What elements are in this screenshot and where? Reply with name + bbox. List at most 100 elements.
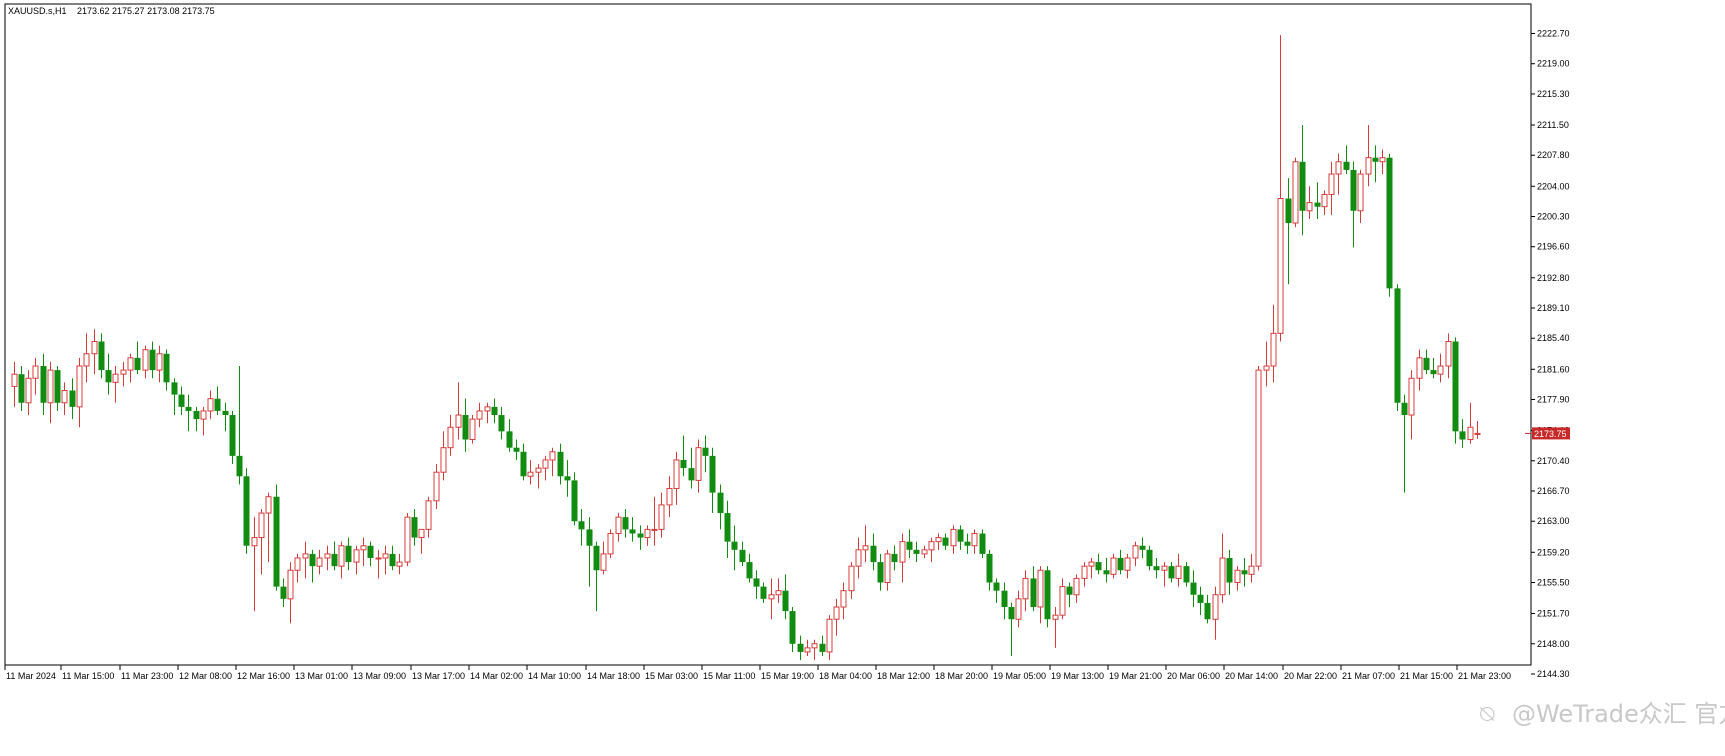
candle-body — [1219, 557, 1226, 596]
candle — [1437, 353, 1444, 383]
candle — [957, 525, 964, 550]
candle — [142, 345, 149, 379]
candle-body — [294, 557, 301, 571]
candle-body — [433, 471, 440, 502]
candle-body — [316, 557, 323, 567]
candle — [1379, 149, 1386, 175]
y-tick-label: 2177.90 — [1537, 395, 1570, 405]
candle — [193, 406, 200, 432]
candle-body — [18, 374, 25, 403]
candle-body — [615, 516, 622, 534]
candle-body — [1153, 566, 1160, 571]
candle — [243, 468, 250, 554]
candle-body — [971, 532, 978, 547]
candle-body — [513, 447, 520, 452]
candle — [273, 484, 280, 591]
candle — [782, 574, 789, 620]
candle-body — [105, 370, 112, 383]
candle — [1335, 153, 1342, 195]
y-tick-label: 2155.50 — [1537, 578, 1570, 588]
candle — [32, 357, 39, 395]
y-tick-label: 2215.30 — [1537, 89, 1570, 99]
candle-body — [921, 549, 928, 555]
candle — [331, 541, 338, 571]
x-tick-label: 19 Mar 13:00 — [1051, 671, 1104, 681]
current-price-label: 2173.75 — [1534, 429, 1567, 439]
candle — [1052, 607, 1059, 648]
candle — [171, 378, 178, 416]
candle — [848, 562, 855, 599]
candle-body — [149, 349, 156, 371]
candle-body — [142, 349, 149, 371]
candle-body — [1248, 565, 1255, 575]
candle-body — [265, 496, 272, 514]
candle-body — [32, 365, 39, 379]
candle — [607, 529, 614, 558]
candle-body — [476, 410, 483, 420]
candle-body — [680, 459, 687, 469]
candle-body — [236, 455, 243, 477]
candle-body — [185, 406, 192, 411]
candle — [1226, 549, 1233, 595]
candle-body — [1037, 569, 1044, 608]
candle-body — [484, 406, 491, 412]
candle-body — [1175, 565, 1182, 579]
candle-body — [564, 476, 571, 481]
candle — [433, 464, 440, 509]
candle — [586, 517, 593, 587]
candle — [535, 464, 542, 489]
candle — [1132, 541, 1139, 567]
candle-body — [622, 517, 629, 530]
candle — [862, 525, 869, 563]
price-chart[interactable]: 2222.70 2219.00 2215.30 2211.50 2207.80 2204.… — [0, 0, 1725, 756]
candle — [688, 447, 695, 489]
candle-body — [127, 357, 134, 371]
candle — [527, 459, 534, 485]
candle — [1153, 557, 1160, 579]
candle — [891, 545, 898, 571]
candle-body — [1452, 341, 1459, 432]
candle — [1059, 578, 1066, 620]
candle-body — [768, 594, 775, 600]
candle — [61, 382, 68, 416]
chart-window[interactable]: 2222.70 2219.00 2215.30 2211.50 2207.80 2204.… — [0, 0, 1725, 756]
candle-body — [607, 532, 614, 555]
time-axis[interactable]: 11 Mar 2024 11 Mar 15:00 11 Mar 23:00 12 Ma… — [4, 665, 1511, 681]
candle-body — [804, 647, 811, 653]
candle-body — [1285, 198, 1292, 224]
candle-body — [1372, 157, 1379, 162]
candle — [578, 508, 585, 546]
candle-body — [695, 447, 702, 481]
candle — [717, 484, 724, 530]
candle — [112, 366, 119, 403]
candle — [302, 541, 309, 579]
candle — [1255, 366, 1262, 571]
candle — [360, 537, 367, 567]
candle — [1161, 562, 1168, 587]
candle-body — [1008, 607, 1015, 620]
candle — [404, 513, 411, 567]
candle — [1183, 562, 1190, 587]
x-tick-label: 11 Mar 2024 — [6, 671, 56, 681]
candle-body — [542, 459, 549, 469]
price-axis[interactable]: 2222.70 2219.00 2215.30 2211.50 2207.80 2204.… — [1531, 29, 1570, 680]
candle — [1008, 602, 1015, 657]
candle — [804, 639, 811, 657]
candle — [280, 578, 287, 608]
candle — [564, 459, 571, 497]
candle — [1394, 284, 1401, 411]
x-tick-label: 21 Mar 23:00 — [1458, 671, 1511, 681]
x-tick-label: 18 Mar 12:00 — [877, 671, 930, 681]
candle-body — [658, 504, 665, 530]
candle-body — [1212, 594, 1219, 620]
candle-body — [739, 549, 746, 563]
candle — [557, 443, 564, 485]
candle-body — [731, 541, 738, 550]
candle-body — [942, 537, 949, 546]
candle — [338, 541, 345, 579]
candle-body — [688, 468, 695, 481]
y-tick-label: 2189.10 — [1537, 303, 1570, 313]
candle-body — [819, 643, 826, 652]
candle-body — [273, 496, 280, 587]
candle — [928, 537, 935, 563]
